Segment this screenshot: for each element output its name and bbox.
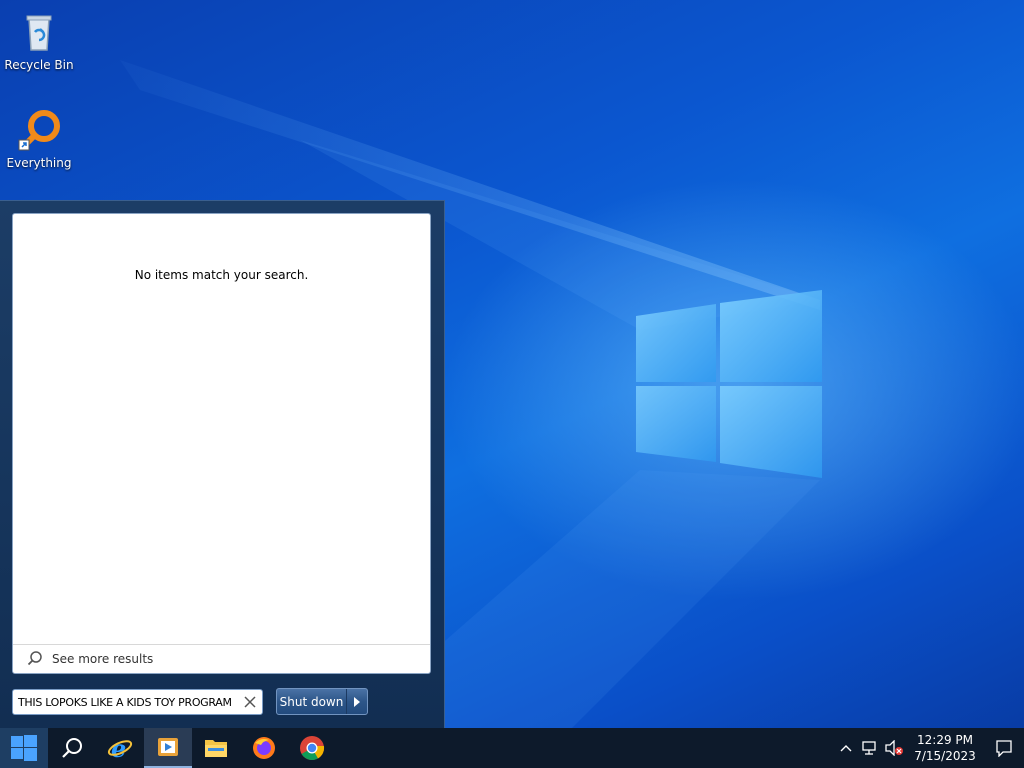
everything-search-icon [15,106,63,154]
action-center-button[interactable] [984,728,1024,768]
shutdown-options-arrow-icon[interactable] [347,689,367,714]
folder-icon [205,740,227,757]
desktop-icon-recycle-bin[interactable]: Recycle Bin [1,8,77,72]
start-menu: No items match your search. See more res… [0,200,445,728]
network-icon[interactable] [858,728,882,768]
shutdown-button-group: Shut down [276,688,368,715]
taskbar-app-firefox[interactable] [240,728,288,768]
search-icon [27,650,43,669]
start-search-box[interactable]: THIS LOPOKS LIKE A KIDS TOY PROGRAM [12,689,263,715]
taskbar-app-chrome[interactable] [288,728,336,768]
no-results-message: No items match your search. [134,268,309,282]
internet-explorer-icon: e [107,735,133,761]
desktop-icon-label: Recycle Bin [4,58,74,72]
taskbar: e 12:29 PM 7/15/2023 [0,728,1024,768]
taskbar-app-internet-explorer[interactable]: e [96,728,144,768]
see-more-results-link[interactable]: See more results [13,644,430,673]
search-icon [62,738,82,758]
desktop-icon-everything[interactable]: Everything [1,106,77,170]
clock[interactable]: 12:29 PM 7/15/2023 [910,732,980,764]
notification-icon [996,740,1012,757]
search-input[interactable]: THIS LOPOKS LIKE A KIDS TOY PROGRAM [13,696,238,709]
start-button[interactable] [0,728,48,768]
chrome-icon [300,736,325,761]
media-player-icon [158,738,178,756]
clear-search-icon[interactable] [238,690,262,714]
recycle-bin-icon [15,8,63,56]
volume-muted-icon[interactable] [882,728,906,768]
firefox-icon [253,737,275,759]
windows-logo-wallpaper [636,290,822,478]
svg-text:e: e [111,735,126,761]
taskbar-search-button[interactable] [48,728,96,768]
clock-time: 12:29 PM [917,733,973,747]
system-tray: 12:29 PM 7/15/2023 [834,728,1024,768]
see-more-results-label: See more results [52,652,154,666]
shutdown-button[interactable]: Shut down [277,689,347,714]
search-results-pane: No items match your search. See more res… [12,213,431,674]
desktop-icon-label: Everything [6,156,72,170]
windows-start-icon [11,735,37,761]
taskbar-app-file-explorer[interactable] [192,728,240,768]
taskbar-app-media-player[interactable] [144,728,192,768]
show-hidden-icons-chevron-icon[interactable] [834,728,858,768]
clock-date: 7/15/2023 [914,749,976,763]
